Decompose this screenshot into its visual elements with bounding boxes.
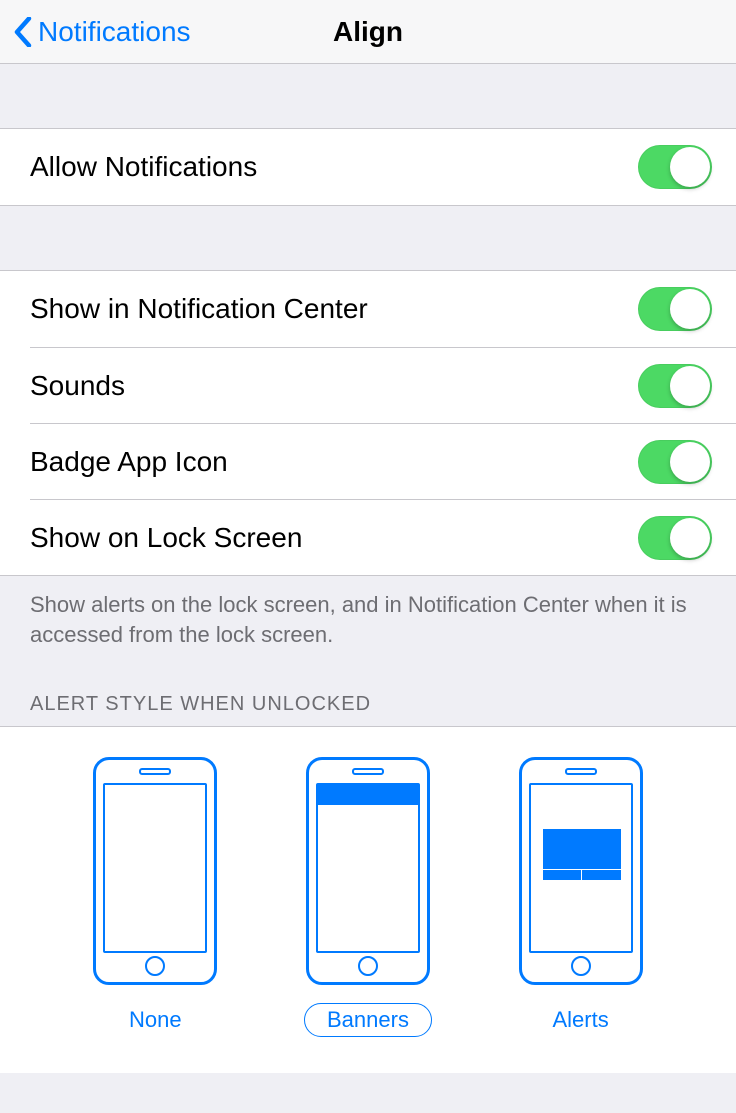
alert-style-none-label: None [109, 1003, 202, 1037]
back-button[interactable]: Notifications [0, 16, 191, 48]
chevron-left-icon [14, 17, 32, 47]
phone-icon-banners [306, 757, 430, 985]
allow-notifications-toggle[interactable] [638, 145, 712, 189]
sounds-label: Sounds [30, 370, 125, 402]
allow-notifications-label: Allow Notifications [30, 151, 257, 183]
section-gap [0, 64, 736, 128]
sounds-toggle[interactable] [638, 364, 712, 408]
alert-style-banners[interactable]: Banners [304, 757, 432, 1037]
sounds-row: Sounds [30, 347, 736, 423]
badge-label: Badge App Icon [30, 446, 228, 478]
lock-screen-toggle[interactable] [638, 516, 712, 560]
alert-style-alerts[interactable]: Alerts [519, 757, 643, 1037]
alert-style-banners-label: Banners [304, 1003, 432, 1037]
section-gap [0, 206, 736, 270]
show-in-nc-row: Show in Notification Center [0, 271, 736, 347]
allow-group: Allow Notifications [0, 128, 736, 206]
badge-row: Badge App Icon [30, 423, 736, 499]
alert-style-alerts-label: Alerts [533, 1003, 629, 1037]
options-group: Show in Notification Center Sounds Badge… [0, 270, 736, 576]
alert-style-none[interactable]: None [93, 757, 217, 1037]
page-title: Align [333, 16, 403, 48]
phone-icon-alerts [519, 757, 643, 985]
lock-screen-row: Show on Lock Screen [30, 499, 736, 575]
lock-screen-label: Show on Lock Screen [30, 522, 302, 554]
badge-toggle[interactable] [638, 440, 712, 484]
lock-screen-footer: Show alerts on the lock screen, and in N… [0, 576, 736, 649]
alert-style-group: None Banners Alerts [0, 726, 736, 1073]
show-in-nc-label: Show in Notification Center [30, 293, 368, 325]
nav-bar: Notifications Align [0, 0, 736, 64]
allow-notifications-row: Allow Notifications [0, 129, 736, 205]
back-label: Notifications [38, 16, 191, 48]
alert-style-header: ALERT STYLE WHEN UNLOCKED [0, 649, 736, 726]
phone-icon-none [93, 757, 217, 985]
show-in-nc-toggle[interactable] [638, 287, 712, 331]
